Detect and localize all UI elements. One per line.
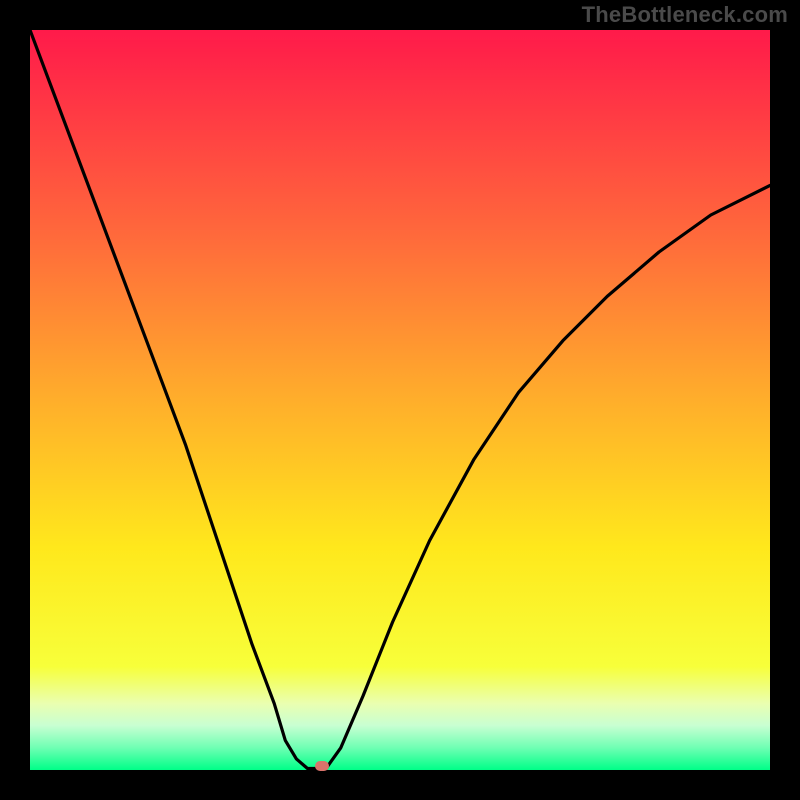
minimum-marker — [315, 761, 329, 771]
bottleneck-curve — [30, 30, 770, 770]
watermark-text: TheBottleneck.com — [582, 2, 788, 28]
chart-frame: TheBottleneck.com — [0, 0, 800, 800]
plot-area — [30, 30, 770, 770]
